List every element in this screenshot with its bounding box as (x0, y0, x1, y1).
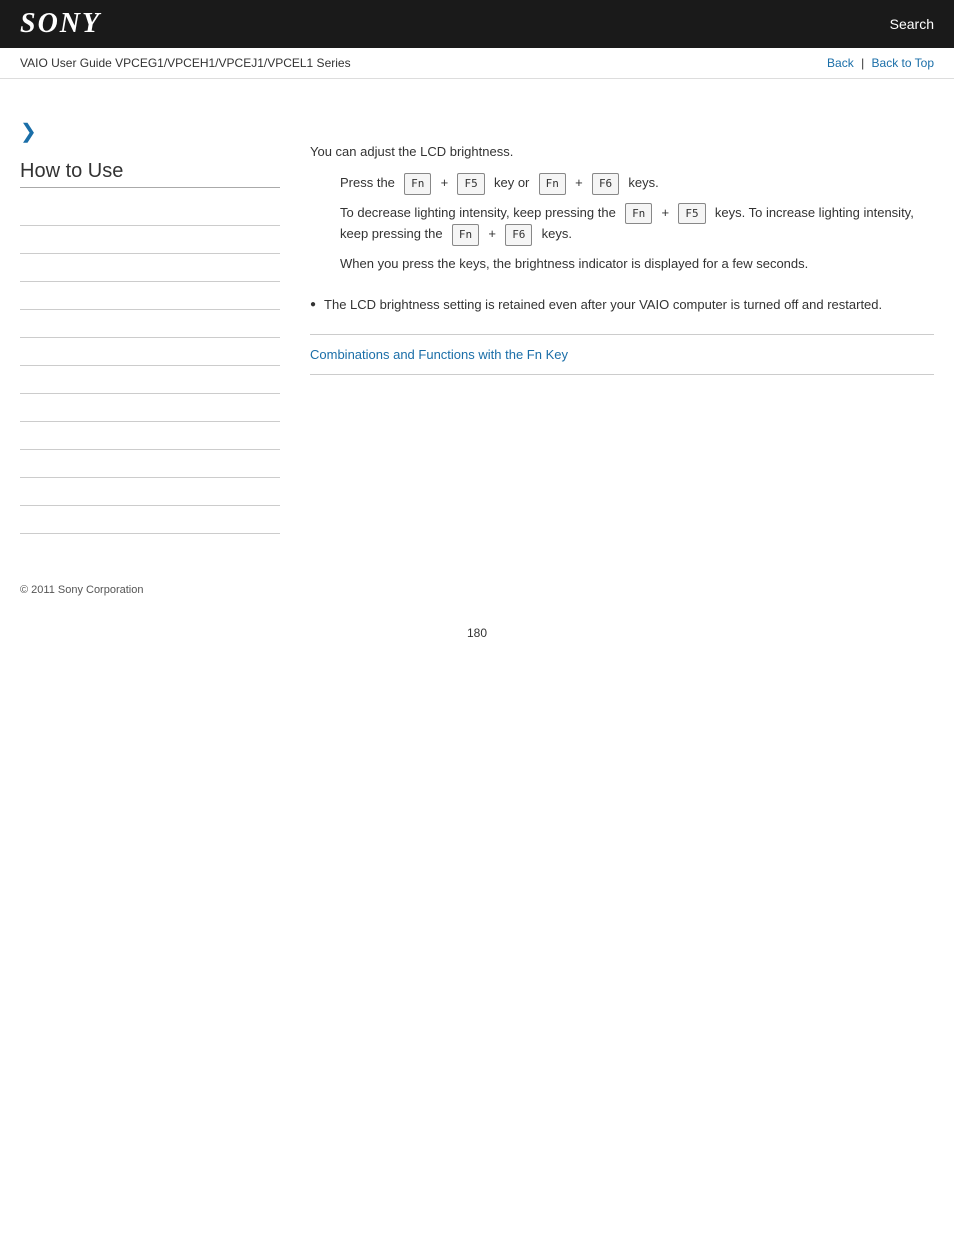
list-item[interactable] (20, 478, 280, 506)
footer: © 2011 Sony Corporation (0, 554, 954, 606)
instruction-connector-4: keys. (625, 175, 659, 190)
list-item[interactable] (20, 198, 280, 226)
note-bullet-icon: ● (310, 297, 316, 312)
sony-logo: SONY (20, 8, 101, 40)
header: SONY Search (0, 0, 954, 48)
list-item[interactable] (20, 422, 280, 450)
related-link: Combinations and Functions with the Fn K… (310, 347, 934, 362)
instruction-connector-2: key or (490, 175, 533, 190)
copyright-text: © 2011 Sony Corporation (20, 584, 143, 596)
sidebar: ❯ How to Use (20, 89, 300, 534)
note-text: The LCD brightness setting is retained e… (324, 295, 882, 315)
instruction-text-before: Press the (340, 175, 399, 190)
list-item[interactable] (20, 366, 280, 394)
list-item[interactable] (20, 282, 280, 310)
list-item[interactable] (20, 226, 280, 254)
key-instruction-1: Press the Fn + F5 key or Fn + F6 keys. (340, 173, 934, 195)
sidebar-section-title: How to Use (20, 160, 280, 188)
nav-bar: VAIO User Guide VPCEG1/VPCEH1/VPCEJ1/VPC… (0, 48, 954, 79)
f6-key-2: F6 (505, 224, 532, 246)
nav-links: Back | Back to Top (827, 56, 934, 70)
search-button[interactable]: Search (890, 16, 934, 32)
key-instruction-3: When you press the keys, the brightness … (340, 254, 934, 275)
fn-key-2: Fn (539, 173, 566, 195)
divider-2 (310, 374, 934, 375)
sidebar-items (20, 198, 280, 534)
instruction-connector-1: + (437, 175, 452, 190)
nav-title: VAIO User Guide VPCEG1/VPCEH1/VPCEJ1/VPC… (20, 56, 351, 70)
main-container: ❯ How to Use You can adjust the LCD brig… (0, 79, 954, 554)
note-section: ● The LCD brightness setting is retained… (310, 295, 934, 315)
key-instruction-2: To decrease lighting intensity, keep pre… (340, 203, 934, 246)
note-item: ● The LCD brightness setting is retained… (310, 295, 934, 315)
content-area: You can adjust the LCD brightness. Press… (300, 89, 934, 534)
fn-key-1: Fn (404, 173, 431, 195)
list-item[interactable] (20, 338, 280, 366)
keys-text-2: keys. (538, 226, 572, 241)
instruction-connector-3: + (571, 175, 586, 190)
f5-key-2: F5 (678, 203, 705, 225)
fn-key-3: Fn (625, 203, 652, 225)
nav-separator: | (861, 56, 867, 70)
list-item[interactable] (20, 450, 280, 478)
decrease-text: To decrease lighting intensity, keep pre… (340, 205, 619, 220)
list-item[interactable] (20, 394, 280, 422)
list-item[interactable] (20, 310, 280, 338)
content-intro: You can adjust the LCD brightness. (310, 144, 934, 159)
page-number: 180 (0, 606, 954, 660)
f6-key: F6 (592, 173, 619, 195)
divider-1 (310, 334, 934, 335)
list-item[interactable] (20, 254, 280, 282)
back-link[interactable]: Back (827, 56, 854, 70)
back-to-top-link[interactable]: Back to Top (872, 56, 934, 70)
list-item[interactable] (20, 506, 280, 534)
fn-key-4: Fn (452, 224, 479, 246)
combinations-fn-link[interactable]: Combinations and Functions with the Fn K… (310, 347, 568, 362)
f5-key: F5 (457, 173, 484, 195)
chevron-right-icon: ❯ (20, 119, 280, 144)
indicator-text: When you press the keys, the brightness … (340, 256, 808, 271)
plus-text-1: + (658, 205, 673, 220)
plus-text-2: + (485, 226, 500, 241)
